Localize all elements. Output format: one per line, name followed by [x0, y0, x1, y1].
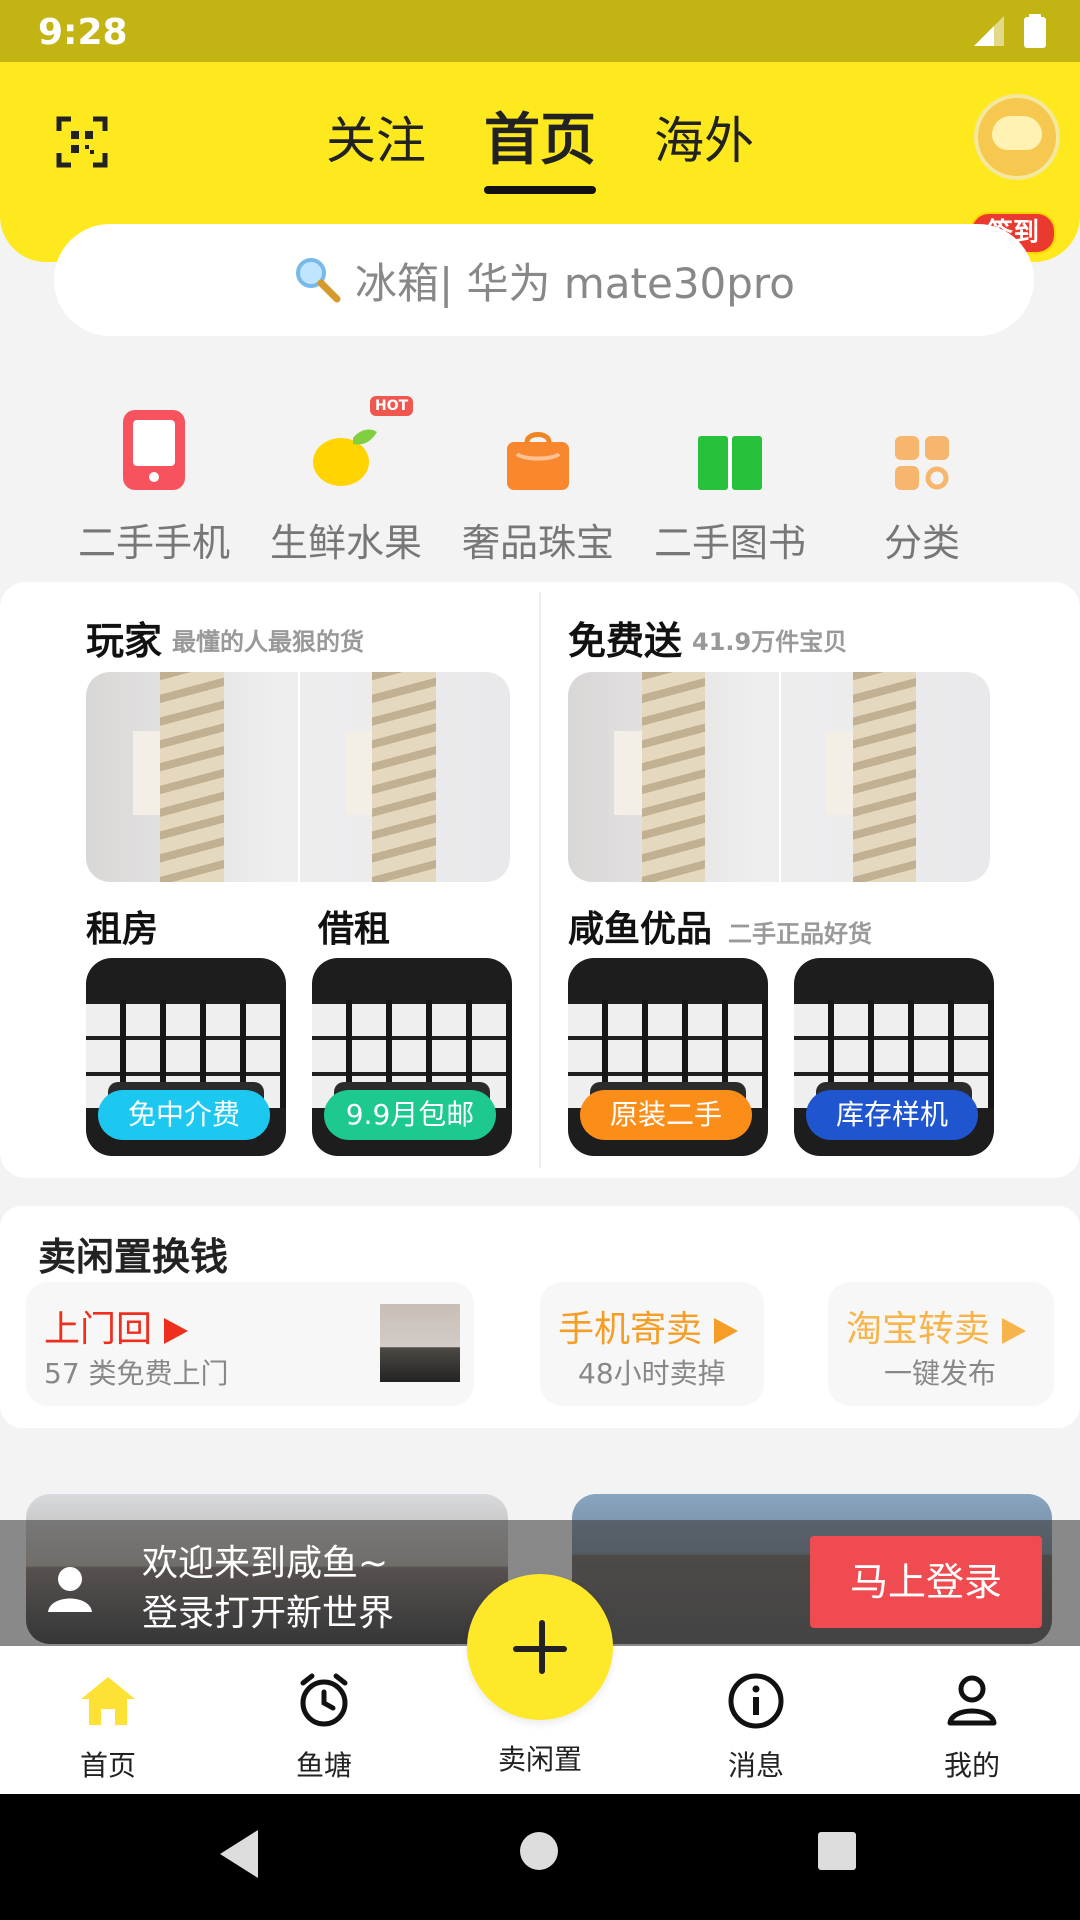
book-icon	[634, 404, 826, 492]
nav-messages-label: 消息	[727, 1749, 784, 1782]
phone-icon	[58, 404, 250, 492]
nav-sell[interactable]: 卖闲置	[470, 1738, 610, 1778]
free-give-subtitle: 41.9万件宝贝	[692, 628, 848, 656]
free-give-photo[interactable]	[568, 672, 990, 882]
door-pickup-title: 上门回	[44, 1300, 189, 1352]
status-icons	[972, 14, 1046, 48]
door-pickup-box[interactable]: 上门回 57 类免费上门	[26, 1282, 474, 1406]
nav-mine[interactable]: 我的	[902, 1670, 1042, 1784]
play-icon	[164, 1318, 189, 1344]
tab-follow[interactable]: 关注	[326, 106, 426, 176]
search-icon	[296, 258, 341, 303]
nav-fish-pond[interactable]: 鱼塘	[254, 1670, 394, 1784]
taobao-resell-subtitle: 一键发布	[884, 1357, 997, 1390]
phone-consign-title-text: 手机寄卖	[558, 1309, 703, 1350]
original-secondhand-tag: 原装二手	[580, 1090, 752, 1140]
card-divider	[539, 592, 541, 1168]
phone-consign-box[interactable]: 手机寄卖 48小时卖掉	[540, 1282, 764, 1406]
person-icon	[48, 1567, 92, 1612]
sell-title: 卖闲置换钱	[38, 1235, 229, 1279]
alarm-clock-icon	[254, 1670, 394, 1732]
search-bar[interactable]: 冰箱| 华为 mate30pro	[54, 224, 1034, 336]
play-icon	[714, 1318, 739, 1344]
rent-tag: 免中介费	[98, 1090, 270, 1140]
home-circle-icon[interactable]	[520, 1832, 558, 1870]
xianyu-quality-subtitle: 二手正品好货	[728, 920, 872, 948]
nav-sell-label: 卖闲置	[497, 1743, 582, 1776]
bag-icon	[442, 404, 634, 492]
nav-mine-label: 我的	[943, 1749, 1000, 1782]
stock-sample-photo[interactable]: 库存样机	[794, 958, 994, 1156]
sell-card: 卖闲置换钱 上门回 57 类免费上门 手机寄卖 48小时卖掉 淘宝转卖 一键发布	[0, 1206, 1080, 1428]
category-item[interactable]: 分类	[826, 404, 1018, 567]
taobao-resell-title-text: 淘宝转卖	[846, 1309, 991, 1350]
category-label: 二手图书	[653, 521, 806, 565]
tab-overseas[interactable]: 海外	[654, 106, 754, 176]
stock-sample-tag: 库存样机	[806, 1090, 978, 1140]
sign-in-avatar[interactable]	[974, 94, 1060, 180]
hot-badge: HOT	[370, 396, 414, 416]
nav-home-label: 首页	[79, 1749, 136, 1782]
player-photo[interactable]	[86, 672, 510, 882]
lemon-icon: HOT	[250, 396, 442, 492]
top-tabs: 关注 首页 海外	[0, 106, 1080, 194]
signal-icon	[974, 16, 1004, 46]
xianyu-quality-title: 咸鱼优品	[568, 909, 713, 950]
category-item[interactable]: 二手手机	[58, 404, 250, 567]
category-row: 二手手机 HOT 生鲜水果 奢品珠宝 二手图书 分类	[58, 396, 1018, 567]
original-secondhand-photo[interactable]: 原装二手	[568, 958, 768, 1156]
borrow-tag: 9.9月包邮	[324, 1090, 496, 1140]
profile-icon	[902, 1670, 1042, 1732]
nav-messages[interactable]: 消息	[686, 1670, 826, 1784]
player-subtitle: 最懂的人最狠的货	[172, 628, 364, 656]
info-icon	[686, 1670, 826, 1732]
recent-apps-icon[interactable]	[818, 1832, 856, 1870]
phone-consign-subtitle: 48小时卖掉	[578, 1357, 726, 1390]
category-label: 奢品珠宝	[461, 521, 614, 565]
taobao-resell-box[interactable]: 淘宝转卖 一键发布	[828, 1282, 1054, 1406]
nav-fish-pond-label: 鱼塘	[295, 1749, 352, 1782]
borrow-title: 借租	[318, 909, 391, 950]
player-title: 玩家	[86, 619, 163, 663]
taobao-resell-title: 淘宝转卖	[846, 1300, 1027, 1352]
category-label: 二手手机	[77, 521, 230, 565]
system-nav-bar	[0, 1794, 1080, 1920]
nav-home[interactable]: 首页	[38, 1670, 178, 1784]
rent-title: 租房	[86, 909, 159, 950]
welcome-line-1: 欢迎来到咸鱼~	[142, 1543, 389, 1584]
battery-icon	[1024, 14, 1046, 48]
borrow-photo[interactable]: 9.9月包邮	[312, 958, 512, 1156]
grid-icon	[826, 404, 1018, 492]
category-item[interactable]: HOT 生鲜水果	[250, 396, 442, 567]
home-icon	[38, 1670, 178, 1732]
sea-thumbnail	[380, 1304, 460, 1382]
category-label: 分类	[883, 521, 960, 565]
status-bar: 9:28	[0, 0, 1080, 62]
login-button[interactable]: 马上登录	[810, 1536, 1042, 1628]
sell-plus-button[interactable]	[467, 1574, 613, 1720]
back-icon[interactable]	[220, 1830, 258, 1878]
category-label: 生鲜水果	[269, 521, 422, 565]
door-pickup-subtitle: 57 类免费上门	[44, 1357, 229, 1390]
category-item[interactable]: 奢品珠宝	[442, 404, 634, 567]
category-item[interactable]: 二手图书	[634, 404, 826, 567]
door-pickup-title-text: 上门回	[44, 1309, 153, 1350]
search-placeholder: 冰箱| 华为 mate30pro	[355, 258, 795, 308]
phone-consign-title: 手机寄卖	[558, 1300, 739, 1352]
status-time: 9:28	[38, 12, 128, 53]
rent-photo[interactable]: 免中介费	[86, 958, 286, 1156]
tab-home[interactable]: 首页	[484, 106, 596, 194]
welcome-line-2: 登录打开新世界	[142, 1593, 395, 1634]
free-give-title: 免费送	[568, 619, 683, 663]
play-icon	[1002, 1318, 1027, 1344]
